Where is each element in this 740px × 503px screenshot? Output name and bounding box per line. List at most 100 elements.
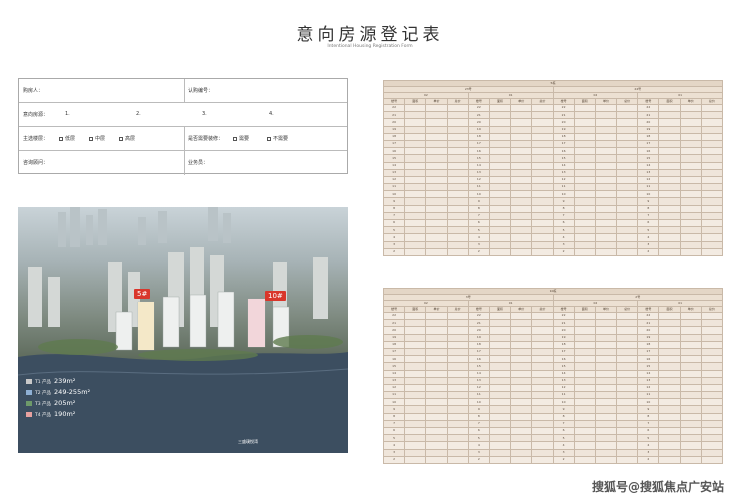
table-cell xyxy=(616,154,639,163)
checkbox-icon[interactable] xyxy=(89,136,93,141)
table-cell xyxy=(510,412,533,421)
table-cell xyxy=(573,211,596,221)
floor-option-mid[interactable]: 中层 xyxy=(85,135,105,142)
table-cell xyxy=(616,405,639,414)
table-cell xyxy=(616,333,639,342)
intent-slot-1[interactable]: 1. xyxy=(65,111,70,117)
plan-option-no[interactable]: 不需要 xyxy=(263,135,288,142)
table-cell xyxy=(404,333,427,342)
table-row: 17 17 17 17 xyxy=(382,139,724,149)
table-cell xyxy=(679,347,702,357)
table-cell xyxy=(425,218,448,228)
table-cell xyxy=(594,426,618,436)
table-row: 22 22 22 22 xyxy=(382,311,724,321)
plan-option-yes[interactable]: 需要 xyxy=(229,135,249,142)
form-row-consultant: 咨询顾问： 业务员： xyxy=(19,151,347,175)
table-cell xyxy=(404,347,427,357)
table-cell: 19 xyxy=(467,333,490,342)
table-cell xyxy=(700,211,724,221)
table-cell xyxy=(700,161,724,170)
table-cell xyxy=(658,340,681,349)
table-cell xyxy=(573,233,596,242)
floor-option-low[interactable]: 低层 xyxy=(55,135,75,142)
table-cell: 9 xyxy=(552,405,575,414)
table-cell xyxy=(616,412,639,421)
table-cell xyxy=(425,441,448,450)
table-cell xyxy=(510,240,533,249)
table-cell xyxy=(594,233,618,242)
building-tag-5[interactable]: 5# xyxy=(134,289,151,299)
floor-option-high[interactable]: 高层 xyxy=(115,135,135,142)
table-cell xyxy=(531,369,554,378)
table-cell: 5 xyxy=(552,434,575,443)
table-cell xyxy=(488,405,512,414)
table-cell xyxy=(488,247,512,256)
checkbox-icon[interactable] xyxy=(233,136,237,141)
table-cell xyxy=(573,426,596,436)
checkbox-icon[interactable] xyxy=(119,136,123,141)
table-cell xyxy=(510,383,533,393)
table-cell xyxy=(404,118,427,127)
table-cell xyxy=(531,139,554,149)
table-cell xyxy=(658,455,681,464)
building-tag-10[interactable]: 10# xyxy=(265,291,286,301)
table-cell xyxy=(531,362,554,371)
table-cell xyxy=(425,233,448,242)
table-cell xyxy=(510,311,533,321)
table-cell xyxy=(616,376,639,385)
table-cell xyxy=(488,132,512,141)
table-cell xyxy=(679,311,702,321)
table-cell xyxy=(594,326,618,335)
table-cell xyxy=(700,233,724,242)
table-cell xyxy=(594,240,618,249)
table-cell xyxy=(404,204,427,213)
table-cell xyxy=(446,247,469,256)
table-cell xyxy=(700,103,724,113)
table-cell xyxy=(573,319,596,328)
table-cell xyxy=(700,398,724,407)
table-cell xyxy=(531,355,554,364)
table-cell: 8 xyxy=(552,204,575,213)
table-cell xyxy=(446,161,469,170)
checkbox-icon[interactable] xyxy=(59,136,63,141)
table-cell xyxy=(446,147,469,156)
table-cell xyxy=(446,405,469,414)
table-cell: 4 xyxy=(552,441,575,450)
table-row: 14 14 14 14 xyxy=(382,161,724,170)
legend-item: T2 产品 249-255m² xyxy=(26,388,126,399)
table-cell xyxy=(531,154,554,163)
table-cell xyxy=(616,118,639,127)
table-cell xyxy=(594,175,618,185)
table-cell xyxy=(425,362,448,371)
table-cell xyxy=(700,441,724,450)
table-cell xyxy=(488,154,512,163)
table-cell: 12 xyxy=(467,383,490,393)
table-cell xyxy=(573,183,596,192)
table-cell xyxy=(488,333,512,342)
table-cell xyxy=(488,419,512,429)
table-cell: 10 xyxy=(382,398,406,407)
intent-slot-4[interactable]: 4. xyxy=(269,111,274,117)
checkbox-icon[interactable] xyxy=(267,136,271,141)
table-cell xyxy=(488,311,512,321)
table-cell xyxy=(594,455,618,464)
legend-swatch xyxy=(26,390,32,395)
table-cell xyxy=(510,405,533,414)
table-cell: 2 xyxy=(382,247,406,256)
table-cell xyxy=(510,441,533,450)
table-cell: 11 xyxy=(467,391,490,400)
table-cell xyxy=(425,391,448,400)
table-cell: 15 xyxy=(382,362,406,371)
table-cell xyxy=(679,175,702,185)
intent-slot-2[interactable]: 2. xyxy=(136,111,141,117)
table-cell xyxy=(616,340,639,349)
table-cell: 2 xyxy=(467,455,490,464)
table-row: 4 4 4 4 xyxy=(382,233,724,242)
table-cell: 5 xyxy=(552,226,575,235)
table-cell xyxy=(446,426,469,436)
developer-logo: 三盛璞悦湾 xyxy=(238,439,258,444)
table-cell xyxy=(700,448,724,457)
table-cell xyxy=(531,405,554,414)
table-cell xyxy=(404,125,427,134)
intent-slot-3[interactable]: 3. xyxy=(202,111,207,117)
